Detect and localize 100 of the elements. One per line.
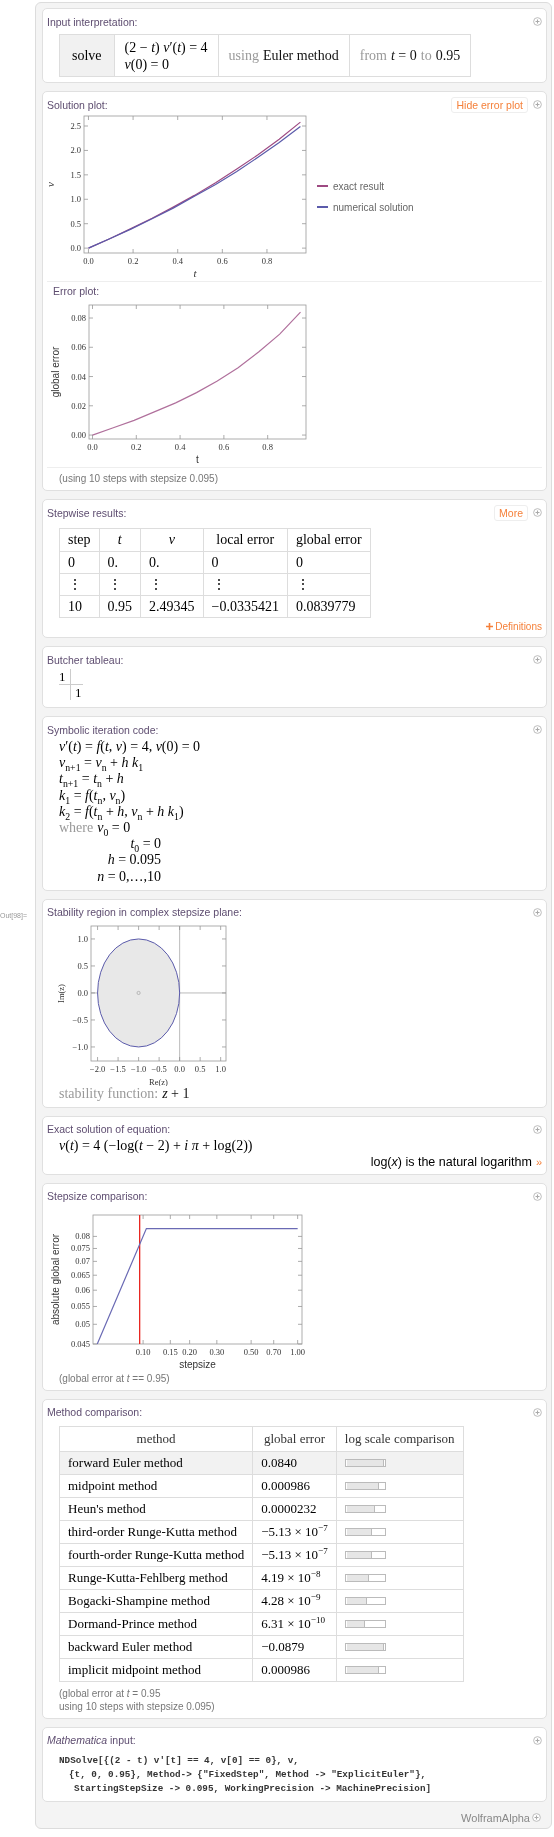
table-cell: ⋮	[59, 573, 100, 596]
pod-title: Symbolic iteration code:	[47, 723, 159, 736]
table-cell: 6.31 × 10$^{−10}$	[252, 1612, 337, 1636]
tick-label: 0.0	[83, 256, 94, 266]
expand-icon[interactable]	[533, 17, 542, 26]
expand-icon[interactable]	[533, 1407, 542, 1417]
expand-icon[interactable]	[533, 100, 542, 109]
expand-icon[interactable]	[533, 1191, 542, 1201]
column-header: v	[140, 528, 204, 552]
legend-label: exact result	[333, 180, 385, 192]
math-text: from	[359, 47, 387, 64]
tick-label: 0.70	[266, 1346, 282, 1357]
tick-label: 0.075	[70, 1243, 90, 1254]
tick-label: 1.0	[215, 1063, 226, 1074]
tick-label: 0.5	[194, 1063, 206, 1074]
expand-icon[interactable]	[533, 907, 542, 917]
legend-label: numerical solution	[333, 201, 414, 213]
table-cell: 2.49345	[140, 595, 204, 618]
equation-text: v′(t) = f(t, v) = 4, v(0) = 0	[59, 739, 202, 756]
more-button[interactable]: More	[494, 504, 528, 521]
pod-title: Solution plot:	[47, 98, 108, 111]
more-link[interactable]: »	[535, 1155, 542, 1168]
equation-text: n = 0,…,10	[97, 868, 162, 885]
expand-icon[interactable]	[533, 1735, 542, 1745]
y-axis-label: global error	[50, 346, 61, 398]
tick-label: 0.8	[261, 256, 273, 266]
table-cell: 0.	[140, 551, 204, 574]
tick-label: 0.10	[135, 1346, 151, 1357]
tick-label: −1.0	[72, 1041, 88, 1052]
tick-label: 0.00	[71, 430, 86, 441]
expand-icon[interactable]	[533, 655, 542, 664]
table-cell: ⋮	[203, 573, 288, 596]
tick-label: 0.045	[70, 1338, 90, 1349]
table-cell: implicit midpoint method	[59, 1658, 253, 1682]
table-cell: 4.28 × 10$^{−9}$	[252, 1589, 337, 1613]
definitions-link[interactable]: Definitions	[486, 621, 542, 632]
math-text: using	[228, 47, 259, 64]
table-cell: ⋮	[287, 573, 371, 596]
table-cell: −5.13 × 10$^{−7}$	[252, 1520, 337, 1544]
table-cell: 4.19 × 10$^{−8}$	[252, 1566, 337, 1590]
pod-title: Mathematica input:	[47, 1734, 136, 1747]
hide-error-plot-button[interactable]: Hide error plot	[451, 96, 528, 113]
tick-label: −2.0	[89, 1063, 106, 1074]
expand-icon[interactable]	[533, 725, 542, 734]
table-cell: 0	[287, 551, 371, 574]
equation-text: h = 0.095	[107, 852, 162, 869]
table-cell: 0.0000232	[252, 1497, 337, 1521]
code-line: {t, 0, 0.95}, Method-> {"FixedStep", Method -> "ExplicitEuler"},	[68, 1767, 428, 1782]
expand-icon[interactable]	[533, 1124, 542, 1134]
tick-label: 0.08	[75, 1231, 90, 1242]
math-text: Euler method	[262, 47, 339, 64]
equation-text: v$_{n+1}$ = v$_{n}$ + h k$_{1}$	[59, 755, 145, 772]
equation-text: t$_{0}$ = 0	[130, 836, 162, 853]
table-cell: midpoint method	[59, 1474, 253, 1498]
table-cell: −0.0335421	[203, 595, 288, 618]
tick-label: 0.065	[70, 1270, 90, 1281]
table-cell: 0.000986	[252, 1474, 337, 1498]
expand-icon[interactable]	[532, 1813, 541, 1823]
tick-label: 0.05	[75, 1319, 90, 1330]
tick-label: 0.20	[182, 1346, 198, 1357]
tick-label: 1.00	[290, 1346, 306, 1357]
math-text: t = 0	[390, 47, 417, 64]
tick-label: 0.02	[71, 400, 86, 411]
table-cell: Runge-Kutta-Fehlberg method	[59, 1566, 253, 1590]
tick-label: 2.5	[70, 121, 81, 131]
tick-label: 0.06	[71, 342, 86, 353]
tick-label: 0.30	[209, 1346, 225, 1357]
pod-title: Exact solution of equation:	[47, 1123, 171, 1136]
table-cell: Heun's method	[59, 1497, 253, 1521]
table-cell: Dormand-Prince method	[59, 1612, 253, 1636]
where-label: where	[59, 820, 94, 837]
equation-text: v$_{0}$ = 0	[97, 820, 131, 837]
center-point	[136, 990, 141, 995]
pod-title: Method comparison:	[47, 1406, 143, 1419]
section-title: Error plot:	[52, 285, 101, 298]
y-axis-label: Im(z)	[56, 983, 66, 1003]
x-axis-label: stepsize	[179, 1358, 216, 1370]
tick-label: −1.5	[110, 1063, 126, 1074]
tick-label: 0.055	[70, 1301, 90, 1312]
pod-title: Input interpretation:	[47, 15, 138, 28]
column-header: local error	[203, 528, 288, 552]
pod-title: Stepwise results:	[47, 506, 127, 519]
tick-label: 0.0	[77, 987, 88, 998]
expand-icon[interactable]	[533, 508, 542, 517]
x-axis-label: t	[196, 454, 199, 465]
tick-label: 0.0	[174, 1063, 185, 1074]
column-header: global error	[252, 1426, 337, 1452]
tick-label: 0.2	[131, 442, 142, 452]
tick-label: 0.4	[172, 256, 183, 266]
tick-label: 0.0	[70, 243, 81, 254]
tick-label: 2.0	[70, 145, 81, 156]
column-header: global error	[287, 528, 371, 552]
column-header: method	[59, 1426, 253, 1452]
tick-label: 0.6	[217, 256, 228, 266]
table-cell: 0	[59, 551, 100, 574]
note-text: log(x) is the natural logarithm	[370, 1154, 532, 1169]
pod-title: Stepsize comparison:	[47, 1190, 148, 1203]
table-cell: Bogacki-Shampine method	[59, 1589, 253, 1613]
tick-label: 0.5	[77, 960, 88, 971]
tick-label: 0.5	[70, 218, 81, 229]
